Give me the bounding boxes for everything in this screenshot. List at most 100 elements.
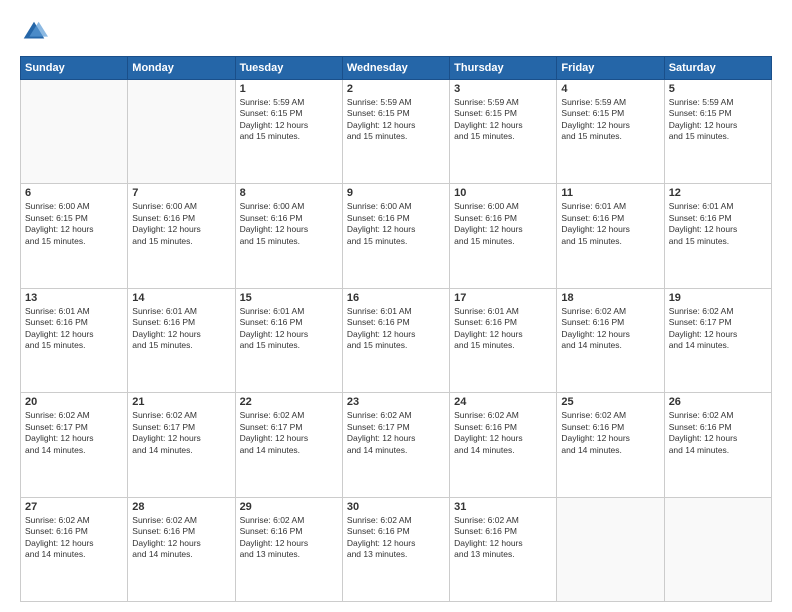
day-number: 21 xyxy=(132,396,230,408)
calendar-table: SundayMondayTuesdayWednesdayThursdayFrid… xyxy=(20,56,772,602)
calendar-cell: 1 Sunrise: 5:59 AM Sunset: 6:15 PM Daylig… xyxy=(235,80,342,184)
day-number: 13 xyxy=(25,292,123,304)
day-info: Sunrise: 6:02 AM Sunset: 6:16 PM Dayligh… xyxy=(25,515,123,561)
calendar-cell: 7Sunrise: 6:00 AM Sunset: 6:16 PM Daylig… xyxy=(128,184,235,288)
day-number: 18 xyxy=(561,292,659,304)
calendar-cell: 30Sunrise: 6:02 AM Sunset: 6:16 PM Dayli… xyxy=(342,497,449,601)
day-info: Sunrise: 6:01 AM Sunset: 6:16 PM Dayligh… xyxy=(25,306,123,352)
calendar-cell xyxy=(21,80,128,184)
day-info: Sunrise: 6:00 AM Sunset: 6:16 PM Dayligh… xyxy=(454,201,552,247)
day-info: Sunrise: 6:01 AM Sunset: 6:16 PM Dayligh… xyxy=(240,306,338,352)
calendar-cell: 29 Sunrise: 6:02 AM Sunset: 6:16 PM Dayli… xyxy=(235,497,342,601)
calendar-cell: 25Sunrise: 6:02 AM Sunset: 6:16 PM Dayli… xyxy=(557,393,664,497)
logo xyxy=(20,18,52,46)
calendar-cell: 5 Sunrise: 5:59 AM Sunset: 6:15 PM Daylig… xyxy=(664,80,771,184)
calendar-cell: 26 Sunrise: 6:02 AM Sunset: 6:16 PM Dayli… xyxy=(664,393,771,497)
calendar-cell: 2 Sunrise: 5:59 AM Sunset: 6:15 PM Daylig… xyxy=(342,80,449,184)
week-row-5: 27 Sunrise: 6:02 AM Sunset: 6:16 PM Dayli… xyxy=(21,497,772,601)
week-row-3: 13 Sunrise: 6:01 AM Sunset: 6:16 PM Dayli… xyxy=(21,288,772,392)
day-number: 22 xyxy=(240,396,338,408)
day-number: 28 xyxy=(132,501,230,513)
day-number: 19 xyxy=(669,292,767,304)
calendar-cell: 16Sunrise: 6:01 AM Sunset: 6:16 PM Dayli… xyxy=(342,288,449,392)
day-info: Sunrise: 5:59 AM Sunset: 6:15 PM Dayligh… xyxy=(669,97,767,143)
logo-icon xyxy=(20,18,48,46)
day-number: 12 xyxy=(669,187,767,199)
day-info: Sunrise: 5:59 AM Sunset: 6:15 PM Dayligh… xyxy=(240,97,338,143)
calendar-cell: 21Sunrise: 6:02 AM Sunset: 6:17 PM Dayli… xyxy=(128,393,235,497)
day-number: 14 xyxy=(132,292,230,304)
day-number: 1 xyxy=(240,83,338,95)
day-number: 23 xyxy=(347,396,445,408)
calendar-cell xyxy=(664,497,771,601)
calendar-cell: 6 Sunrise: 6:00 AM Sunset: 6:15 PM Daylig… xyxy=(21,184,128,288)
calendar-header-saturday: Saturday xyxy=(664,57,771,80)
week-row-2: 6 Sunrise: 6:00 AM Sunset: 6:15 PM Daylig… xyxy=(21,184,772,288)
day-number: 17 xyxy=(454,292,552,304)
calendar-header-sunday: Sunday xyxy=(21,57,128,80)
calendar-cell: 14 Sunrise: 6:01 AM Sunset: 6:16 PM Dayli… xyxy=(128,288,235,392)
calendar-cell: 27 Sunrise: 6:02 AM Sunset: 6:16 PM Dayli… xyxy=(21,497,128,601)
calendar-cell: 3 Sunrise: 5:59 AM Sunset: 6:15 PM Daylig… xyxy=(450,80,557,184)
calendar-header-row: SundayMondayTuesdayWednesdayThursdayFrid… xyxy=(21,57,772,80)
day-number: 2 xyxy=(347,83,445,95)
day-info: Sunrise: 6:00 AM Sunset: 6:16 PM Dayligh… xyxy=(132,201,230,247)
day-info: Sunrise: 6:01 AM Sunset: 6:16 PM Dayligh… xyxy=(347,306,445,352)
calendar-cell: 9 Sunrise: 6:00 AM Sunset: 6:16 PM Daylig… xyxy=(342,184,449,288)
day-info: Sunrise: 6:01 AM Sunset: 6:16 PM Dayligh… xyxy=(454,306,552,352)
day-info: Sunrise: 6:02 AM Sunset: 6:16 PM Dayligh… xyxy=(347,515,445,561)
day-info: Sunrise: 6:02 AM Sunset: 6:16 PM Dayligh… xyxy=(561,306,659,352)
day-number: 8 xyxy=(240,187,338,199)
day-number: 6 xyxy=(25,187,123,199)
day-info: Sunrise: 5:59 AM Sunset: 6:15 PM Dayligh… xyxy=(347,97,445,143)
day-info: Sunrise: 6:02 AM Sunset: 6:16 PM Dayligh… xyxy=(132,515,230,561)
day-number: 31 xyxy=(454,501,552,513)
calendar-cell: 23 Sunrise: 6:02 AM Sunset: 6:17 PM Dayli… xyxy=(342,393,449,497)
day-info: Sunrise: 6:00 AM Sunset: 6:16 PM Dayligh… xyxy=(240,201,338,247)
day-info: Sunrise: 6:02 AM Sunset: 6:16 PM Dayligh… xyxy=(240,515,338,561)
day-info: Sunrise: 6:02 AM Sunset: 6:17 PM Dayligh… xyxy=(347,410,445,456)
day-number: 29 xyxy=(240,501,338,513)
day-info: Sunrise: 6:02 AM Sunset: 6:17 PM Dayligh… xyxy=(25,410,123,456)
day-number: 5 xyxy=(669,83,767,95)
day-info: Sunrise: 6:02 AM Sunset: 6:16 PM Dayligh… xyxy=(669,410,767,456)
calendar-cell: 8 Sunrise: 6:00 AM Sunset: 6:16 PM Daylig… xyxy=(235,184,342,288)
calendar-cell: 24 Sunrise: 6:02 AM Sunset: 6:16 PM Dayli… xyxy=(450,393,557,497)
day-info: Sunrise: 6:00 AM Sunset: 6:16 PM Dayligh… xyxy=(347,201,445,247)
calendar-cell: 10 Sunrise: 6:00 AM Sunset: 6:16 PM Dayli… xyxy=(450,184,557,288)
calendar-cell: 17 Sunrise: 6:01 AM Sunset: 6:16 PM Dayli… xyxy=(450,288,557,392)
day-number: 27 xyxy=(25,501,123,513)
header xyxy=(20,18,772,46)
calendar-cell: 4Sunrise: 5:59 AM Sunset: 6:15 PM Daylig… xyxy=(557,80,664,184)
day-info: Sunrise: 6:00 AM Sunset: 6:15 PM Dayligh… xyxy=(25,201,123,247)
day-number: 24 xyxy=(454,396,552,408)
day-number: 25 xyxy=(561,396,659,408)
day-info: Sunrise: 6:02 AM Sunset: 6:16 PM Dayligh… xyxy=(454,515,552,561)
day-info: Sunrise: 5:59 AM Sunset: 6:15 PM Dayligh… xyxy=(454,97,552,143)
page: SundayMondayTuesdayWednesdayThursdayFrid… xyxy=(0,0,792,612)
calendar-cell: 11Sunrise: 6:01 AM Sunset: 6:16 PM Dayli… xyxy=(557,184,664,288)
calendar-header-wednesday: Wednesday xyxy=(342,57,449,80)
day-info: Sunrise: 6:02 AM Sunset: 6:16 PM Dayligh… xyxy=(454,410,552,456)
day-number: 9 xyxy=(347,187,445,199)
calendar-header-tuesday: Tuesday xyxy=(235,57,342,80)
day-info: Sunrise: 6:01 AM Sunset: 6:16 PM Dayligh… xyxy=(561,201,659,247)
calendar-cell xyxy=(557,497,664,601)
calendar-cell: 31 Sunrise: 6:02 AM Sunset: 6:16 PM Dayli… xyxy=(450,497,557,601)
calendar-cell: 19Sunrise: 6:02 AM Sunset: 6:17 PM Dayli… xyxy=(664,288,771,392)
calendar-cell: 28 Sunrise: 6:02 AM Sunset: 6:16 PM Dayli… xyxy=(128,497,235,601)
calendar-cell: 20Sunrise: 6:02 AM Sunset: 6:17 PM Dayli… xyxy=(21,393,128,497)
calendar-cell: 18 Sunrise: 6:02 AM Sunset: 6:16 PM Dayli… xyxy=(557,288,664,392)
day-info: Sunrise: 6:01 AM Sunset: 6:16 PM Dayligh… xyxy=(669,201,767,247)
week-row-1: 1 Sunrise: 5:59 AM Sunset: 6:15 PM Daylig… xyxy=(21,80,772,184)
day-info: Sunrise: 6:01 AM Sunset: 6:16 PM Dayligh… xyxy=(132,306,230,352)
calendar-cell: 12 Sunrise: 6:01 AM Sunset: 6:16 PM Dayli… xyxy=(664,184,771,288)
day-number: 10 xyxy=(454,187,552,199)
day-number: 26 xyxy=(669,396,767,408)
day-number: 15 xyxy=(240,292,338,304)
calendar-cell xyxy=(128,80,235,184)
calendar-header-monday: Monday xyxy=(128,57,235,80)
day-number: 3 xyxy=(454,83,552,95)
calendar-cell: 13 Sunrise: 6:01 AM Sunset: 6:16 PM Dayli… xyxy=(21,288,128,392)
day-number: 4 xyxy=(561,83,659,95)
